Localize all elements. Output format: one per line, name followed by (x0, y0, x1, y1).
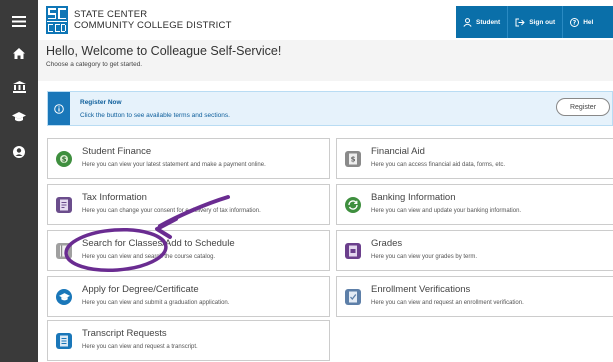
dollar-icon: $ (56, 151, 72, 167)
sign-out-icon (515, 18, 525, 26)
tile-description: Here you can view and request a transcri… (82, 344, 198, 350)
tile-title: Tax Information (82, 192, 147, 203)
tile-description: Here you can view your grades by term. (371, 254, 478, 260)
top-header: State Center Community College District … (38, 0, 613, 40)
tile-title: Banking Information (371, 192, 456, 203)
help-label: Hel (583, 18, 594, 26)
tile-tax-information[interactable]: Tax Information Here you can change your… (47, 184, 330, 225)
register-button[interactable]: Register (556, 98, 610, 116)
user-icon (463, 17, 472, 27)
college-name-line1: State Center (74, 9, 148, 20)
sign-out-label: Sign out (529, 18, 556, 26)
tile-description: Here you can change your consent for e-d… (82, 208, 261, 214)
svg-text:$: $ (62, 156, 67, 164)
tile-title: Enrollment Verifications (371, 284, 471, 295)
home-icon[interactable] (0, 40, 38, 66)
tile-student-finance[interactable]: $ Student Finance Here you can view your… (47, 138, 330, 179)
tile-transcript-requests[interactable]: Transcript Requests Here you can view an… (47, 320, 330, 361)
tile-enrollment-verifications[interactable]: Enrollment Verifications Here you can vi… (336, 276, 613, 317)
tile-financial-aid[interactable]: $ Financial Aid Here you can access fina… (336, 138, 613, 179)
graduation-cap-icon (56, 289, 72, 305)
left-sidebar (0, 0, 38, 362)
tile-title: Transcript Requests (82, 328, 167, 339)
welcome-area: Hello, Welcome to Colleague Self-Service… (38, 40, 613, 81)
tile-apply-for-degree[interactable]: Apply for Degree/Certificate Here you ca… (47, 276, 330, 317)
svg-text:$: $ (351, 156, 356, 164)
tile-grades[interactable]: Grades Here you can view your grades by … (336, 230, 613, 271)
grades-icon (345, 243, 361, 259)
college-name: State Center Community College District (74, 9, 232, 31)
page-title: Hello, Welcome to Colleague Self-Service… (46, 44, 282, 58)
tile-description: Here you can view and request an enrollm… (371, 300, 524, 306)
college-name-line2: Community College District (74, 20, 232, 31)
tile-description: Here you can view and search the course … (82, 254, 216, 260)
help-button[interactable]: ? Hel (563, 6, 600, 38)
document-dollar-icon: $ (345, 151, 361, 167)
graduation-cap-icon[interactable] (0, 104, 38, 130)
tile-title: Financial Aid (371, 146, 425, 157)
tile-search-for-classes[interactable]: Search for Classes/Add to Schedule Here … (47, 230, 330, 271)
banking-refresh-icon (345, 197, 361, 213)
transcript-icon (56, 333, 72, 349)
sign-out-button[interactable]: Sign out (508, 6, 562, 38)
tile-title: Apply for Degree/Certificate (82, 284, 199, 295)
menu-icon[interactable] (0, 8, 38, 34)
tax-form-icon (56, 197, 72, 213)
bank-icon[interactable] (0, 74, 38, 100)
help-icon: ? (570, 17, 580, 27)
banner-title: Register Now (80, 99, 122, 106)
register-banner: Register Now Click the button to see ava… (47, 91, 613, 126)
page-subtitle: Choose a category to get started. (46, 61, 143, 68)
svg-text:?: ? (573, 19, 577, 26)
tile-banking-information[interactable]: Banking Information Here you can view an… (336, 184, 613, 225)
user-circle-icon[interactable] (0, 139, 38, 165)
tile-description: Here you can access financial aid data, … (371, 162, 506, 168)
catalog-icon (56, 243, 72, 259)
tile-title: Search for Classes/Add to Schedule (82, 238, 235, 249)
tile-description: Here you can view and submit a graduatio… (82, 300, 230, 306)
tile-description: Here you can view your latest statement … (82, 162, 266, 168)
header-nav: Student Sign out ? Hel (456, 6, 613, 38)
tile-title: Student Finance (82, 146, 152, 157)
banner-text: Click the button to see available terms … (80, 112, 230, 119)
student-menu-button[interactable]: Student (456, 6, 507, 38)
student-menu-label: Student (476, 18, 501, 26)
college-logo[interactable] (46, 6, 68, 34)
tile-description: Here you can view and update your bankin… (371, 208, 522, 214)
checklist-icon (345, 289, 361, 305)
info-icon (48, 92, 70, 125)
tile-title: Grades (371, 238, 403, 249)
